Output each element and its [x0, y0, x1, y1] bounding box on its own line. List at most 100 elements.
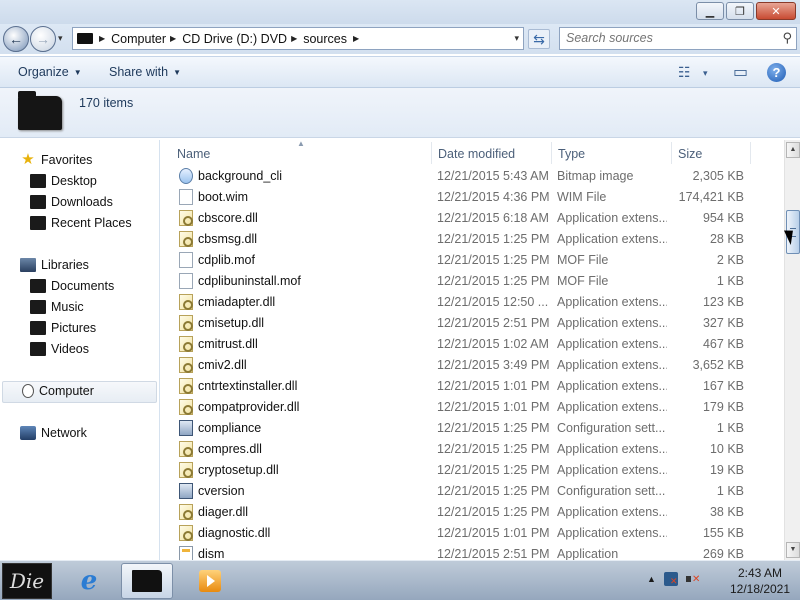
address-dropdown-icon[interactable]: ▾	[514, 33, 519, 44]
file-row[interactable]: cdplibuninstall.mof 12/21/2015 1:25 PM MOF…	[176, 271, 776, 292]
view-options-caret-icon[interactable]: ▾	[703, 68, 708, 79]
search-icon[interactable]: ⚲	[782, 30, 792, 46]
file-row[interactable]: diager.dll 12/21/2015 1:25 PM Application …	[176, 502, 776, 523]
scroll-down-button[interactable]: ▼	[786, 542, 800, 558]
breadcrumb-separator-icon[interactable]: ▶	[170, 34, 176, 43]
file-row[interactable]: cmisetup.dll 12/21/2015 2:51 PM Applicatio…	[176, 313, 776, 334]
nav-documents[interactable]: Documents	[30, 279, 114, 293]
nav-music[interactable]: Music	[30, 300, 84, 314]
nav-label: Network	[41, 426, 87, 440]
address-bar[interactable]: ▶ Computer ▶ CD Drive (D:) DVD ▶ sources ▶ ▾	[72, 27, 524, 50]
breadcrumb-label[interactable]: sources	[303, 32, 347, 46]
file-type: Application extens...	[557, 211, 667, 225]
show-hidden-icons-button[interactable]: ▲	[647, 574, 656, 584]
file-row[interactable]: compres.dll 12/21/2015 1:25 PM Application…	[176, 439, 776, 460]
breadcrumb-cd-drive[interactable]: ▶ CD Drive (D:) DVD	[170, 32, 287, 46]
column-size[interactable]: Size	[678, 147, 702, 161]
back-button[interactable]: ←	[3, 26, 29, 52]
scroll-up-button[interactable]: ▲	[786, 142, 800, 158]
breadcrumb-sources[interactable]: ▶ sources ▶	[291, 32, 365, 46]
file-name: cversion	[198, 484, 245, 498]
organize-button[interactable]: Organize ▼	[18, 65, 82, 79]
dll-file-icon	[179, 336, 193, 352]
nav-computer[interactable]: Computer	[20, 384, 94, 398]
column-header: ▲ Name Date modified Type Size	[160, 140, 784, 166]
breadcrumb-separator-icon[interactable]: ▶	[99, 34, 105, 43]
file-size: 38 KB	[709, 505, 744, 519]
taskbar-internet-explorer[interactable]: e	[63, 563, 115, 599]
clock[interactable]: 2:43 AM 12/18/2021	[722, 565, 798, 597]
volume-muted-icon[interactable]	[686, 572, 700, 586]
file-name: cmisetup.dll	[198, 316, 264, 330]
address-row: ← → ▾ ▶ Computer ▶ CD Drive (D:) DVD ▶ sour…	[0, 24, 800, 54]
breadcrumb-separator-icon[interactable]: ▶	[353, 34, 359, 43]
dll-file-icon	[179, 504, 193, 520]
nav-pictures[interactable]: Pictures	[30, 321, 96, 335]
refresh-button[interactable]: ⇆	[528, 29, 550, 49]
file-row[interactable]: cversion 12/21/2015 1:25 PM Configuration …	[176, 481, 776, 502]
taskbar-windows-explorer[interactable]	[121, 563, 173, 599]
column-divider[interactable]	[431, 142, 432, 164]
file-name: cntrtextinstaller.dll	[198, 379, 298, 393]
vertical-scrollbar[interactable]: ▲ ▼	[784, 140, 800, 560]
column-name[interactable]: Name	[177, 147, 210, 161]
file-type: Configuration sett...	[557, 484, 666, 498]
column-divider[interactable]	[750, 142, 751, 164]
search-box[interactable]: ⚲	[559, 27, 797, 50]
close-button[interactable]: ✕	[756, 2, 796, 20]
action-center-icon[interactable]	[664, 572, 678, 587]
file-size: 167 KB	[702, 379, 744, 393]
dll-file-icon	[179, 294, 193, 310]
file-date-modified: 12/21/2015 1:25 PM	[437, 463, 550, 477]
breadcrumb-label[interactable]: Computer	[111, 32, 166, 46]
nav-network[interactable]: Network	[20, 426, 87, 440]
help-button[interactable]: ?	[767, 63, 786, 82]
file-size: 327 KB	[702, 316, 744, 330]
file-row[interactable]: cryptosetup.dll 12/21/2015 1:25 PM Applica…	[176, 460, 776, 481]
start-button[interactable]: Die	[2, 563, 52, 599]
file-row[interactable]: cbscore.dll 12/21/2015 6:18 AM Application…	[176, 208, 776, 229]
file-row[interactable]: background_cli 12/21/2015 5:43 AM Bitmap i…	[176, 166, 776, 187]
nav-favorites[interactable]: ★ Favorites	[20, 152, 92, 167]
file-type: Application extens...	[557, 232, 667, 246]
breadcrumb-label[interactable]: CD Drive (D:) DVD	[182, 32, 287, 46]
nav-downloads[interactable]: Downloads	[30, 195, 113, 209]
file-row[interactable]: dism 12/21/2015 2:51 PM Application 269 KB	[176, 544, 776, 560]
breadcrumb-computer[interactable]: ▶ Computer	[99, 32, 166, 46]
file-row[interactable]: cbsmsg.dll 12/21/2015 1:25 PM Application …	[176, 229, 776, 250]
file-row[interactable]: cntrtextinstaller.dll 12/21/2015 1:01 PM A…	[176, 376, 776, 397]
column-divider[interactable]	[551, 142, 552, 164]
file-row[interactable]: cdplib.mof 12/21/2015 1:25 PM MOF File 2 KB	[176, 250, 776, 271]
change-view-icon[interactable]: ☷	[678, 64, 691, 81]
nav-videos[interactable]: Videos	[30, 342, 89, 356]
forward-button[interactable]: →	[30, 26, 56, 52]
dll-file-icon	[179, 441, 193, 457]
clock-time: 2:43 AM	[737, 566, 783, 580]
file-row[interactable]: compatprovider.dll 12/21/2015 1:01 PM Appl…	[176, 397, 776, 418]
taskbar-media-player[interactable]	[184, 563, 236, 599]
file-date-modified: 12/21/2015 3:49 PM	[437, 358, 550, 372]
nav-libraries[interactable]: Libraries	[20, 258, 89, 272]
nav-recent-places[interactable]: Recent Places	[30, 216, 132, 230]
maximize-button[interactable]: ❐	[726, 2, 754, 20]
column-date-modified[interactable]: Date modified	[438, 147, 515, 161]
column-type[interactable]: Type	[558, 147, 585, 161]
file-size: 954 KB	[702, 211, 744, 225]
nav-desktop[interactable]: Desktop	[30, 174, 97, 188]
preview-pane-icon[interactable]: ▭	[733, 62, 748, 82]
file-type: Application extens...	[557, 400, 667, 414]
file-row[interactable]: boot.wim 12/21/2015 4:36 PM WIM File 174,42…	[176, 187, 776, 208]
search-input[interactable]	[566, 31, 766, 45]
file-row[interactable]: cmiv2.dll 12/21/2015 3:49 PM Application e…	[176, 355, 776, 376]
breadcrumb-separator-icon[interactable]: ▶	[291, 34, 297, 43]
sort-ascending-icon: ▲	[297, 140, 305, 148]
share-with-button[interactable]: Share with ▼	[109, 65, 181, 79]
column-divider[interactable]	[671, 142, 672, 164]
file-row[interactable]: cmiadapter.dll 12/21/2015 12:50 ... Applic…	[176, 292, 776, 313]
recent-pages-caret[interactable]: ▾	[58, 33, 63, 44]
file-row[interactable]: diagnostic.dll 12/21/2015 1:01 PM Applicat…	[176, 523, 776, 544]
minimize-button[interactable]: ▁	[696, 2, 724, 20]
file-row[interactable]: cmitrust.dll 12/21/2015 1:02 AM Applicatio…	[176, 334, 776, 355]
file-row[interactable]: compliance 12/21/2015 1:25 PM Configuratio…	[176, 418, 776, 439]
dll-file-icon	[179, 315, 193, 331]
